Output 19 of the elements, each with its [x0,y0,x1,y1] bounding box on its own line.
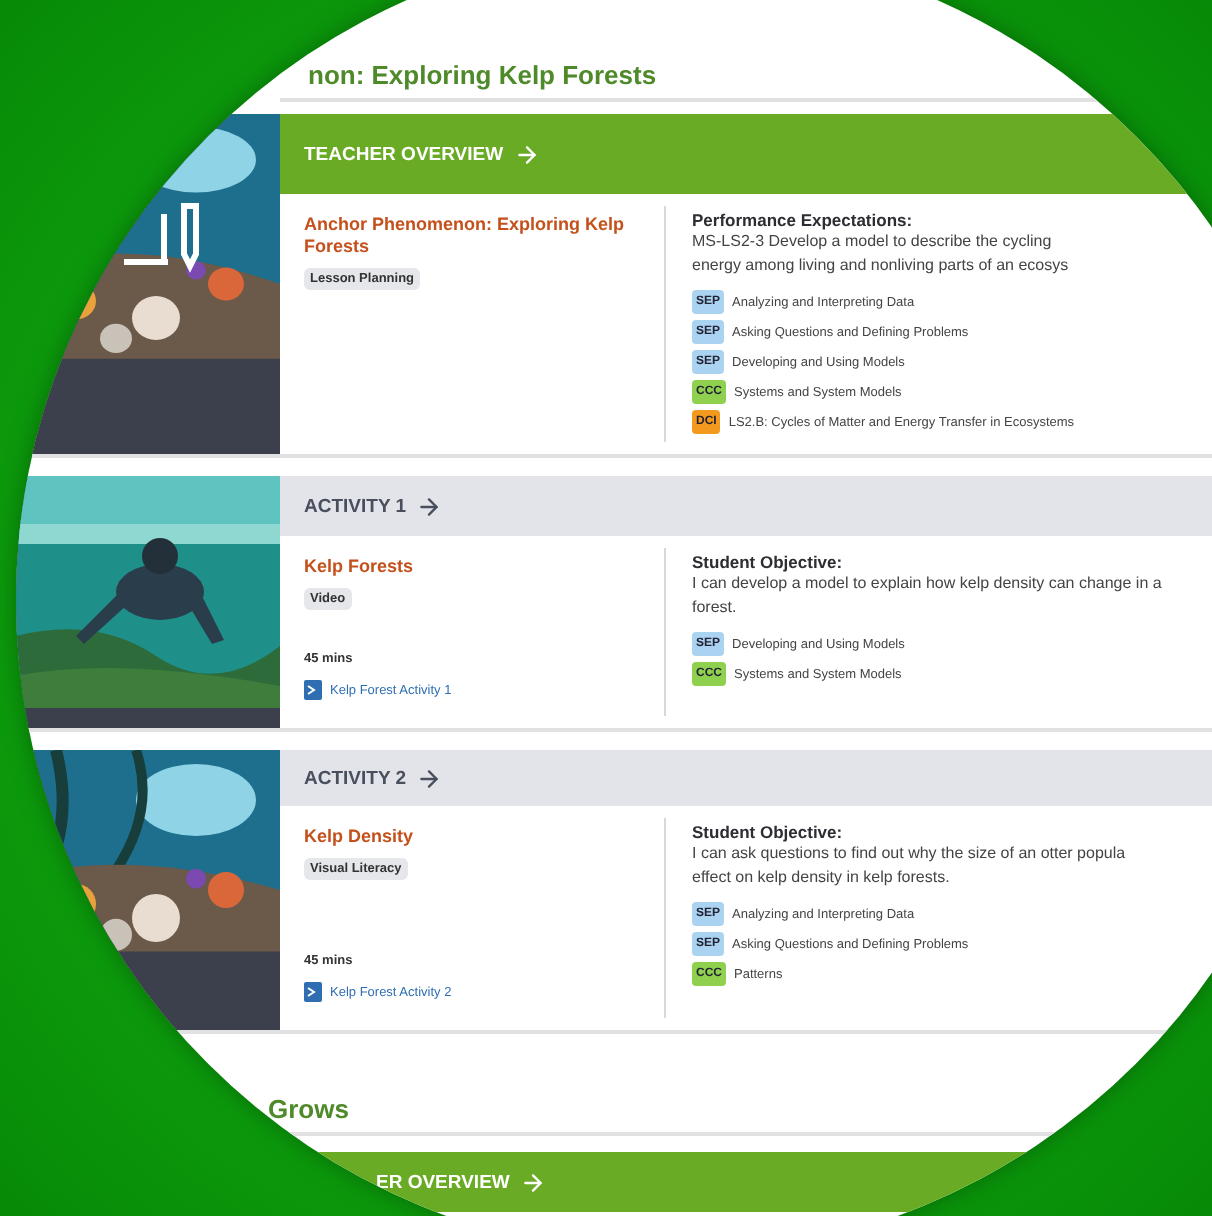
arrow-icon [416,765,443,791]
lesson-title[interactable]: Anchor Phenomenon: Exploring Kelp Forests [304,214,625,258]
arrow-icon [416,493,443,519]
arrow-icon [519,1169,546,1195]
lesson-heading: Grows [268,1094,349,1126]
objective-label: Performance Expectations: [692,210,915,230]
objective-text: I can develop a model to explain how kelp density can change in a forest. [692,572,1164,620]
activity-header[interactable]: ACTIVITY 1 [280,476,1212,536]
activity-header[interactable]: ACTIVITY 2 [280,750,1212,806]
document-icon [304,982,322,1002]
objective-label: Student Objective: [692,822,845,842]
objective-label: Student Objective: [692,552,845,572]
objective-text: MS-LS2-3 Develop a model to describe the cycling energy among living and nonliving parts of an ecosys [692,230,1071,278]
objective-text: I can ask questions to find out why the size of an otter popula effect on kelp density in kelp forests. [692,842,1128,890]
lesson-title[interactable]: Kelp Forests [304,556,414,578]
lesson-heading: non: Exploring Kelp Forests [308,60,657,92]
lesson-title[interactable]: Kelp Density [304,826,414,848]
document-icon [304,680,322,700]
arrow-icon [513,141,540,167]
